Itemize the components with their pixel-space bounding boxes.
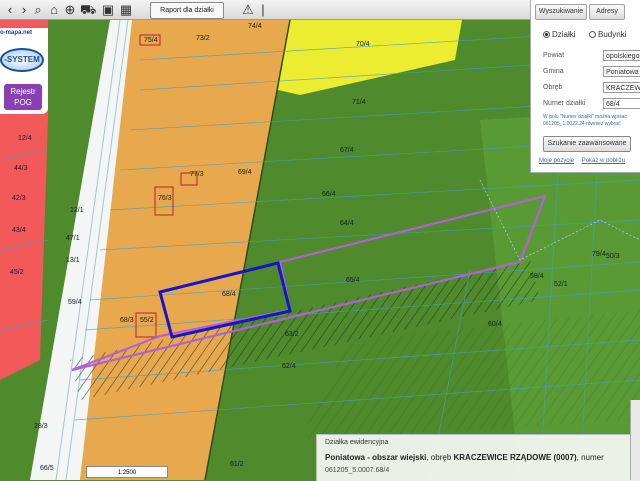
parcel-number-label: 68/4	[222, 291, 236, 298]
logo: -SYSTEM	[0, 48, 44, 72]
report-button[interactable]: Raport dla działki	[150, 2, 224, 19]
zoom-icon[interactable]: ⊕	[62, 2, 78, 18]
radio-parcels[interactable]: Działki	[543, 30, 576, 39]
parcel-number-label: 61/2	[230, 461, 244, 468]
tab-search[interactable]: Wyszukiwanie	[535, 4, 587, 20]
parcel-number-label: 64/4	[340, 220, 354, 227]
show-nearby-link[interactable]: Pokaż w pobliżu	[582, 158, 625, 164]
parcel-number-label: 43/4	[12, 227, 26, 234]
panel-links: Moje pozycje Pokaż w pobliżu	[539, 158, 631, 164]
radio-buildings[interactable]: Budynki	[589, 30, 626, 39]
parcel-number-label: 67/4	[340, 147, 354, 154]
info-location: Poniatowa - obszar wiejski, obręb KRACZE…	[325, 453, 604, 462]
parcel-number-label: 60/4	[488, 321, 502, 328]
parcel-number-label: 47/1	[66, 235, 80, 242]
parcel-number-label: 12/4	[18, 135, 32, 142]
parcel-number-label: 13/1	[66, 257, 80, 264]
search-panel: Wyszukiwanie Adresy Działki Budynki Powi…	[530, 0, 640, 173]
parcel-info-box: Działka ewidencyjna Poniatowa - obszar w…	[316, 434, 640, 481]
search-hint: W polu "Numer działki" można wpisać 0612…	[543, 114, 627, 127]
parcel-number-label: 66/5	[40, 465, 54, 472]
advanced-search-button[interactable]: Szukanie zaawansowane	[543, 136, 631, 152]
image-icon[interactable]: ▣	[100, 2, 116, 18]
warning-icon[interactable]: ⚠	[240, 2, 256, 18]
info-scrollbar[interactable]	[630, 400, 640, 480]
county-label: Powiat	[543, 52, 565, 59]
parcel-number-label: 68/3	[120, 317, 134, 324]
county-field[interactable]: opolskiego	[603, 50, 640, 61]
scale-select[interactable]: 1:2500	[86, 466, 168, 478]
parcel-number-label: 28/3	[34, 423, 48, 430]
parcel-number-label: 42/3	[12, 195, 26, 202]
parcel-number-field[interactable]: 68/4	[603, 98, 640, 109]
parcel-number-label: 76/3	[158, 195, 172, 202]
parcel-number-label: 62/4	[282, 363, 296, 370]
precinct-label: Obręb	[543, 84, 563, 91]
radio-dot-icon[interactable]	[543, 31, 550, 38]
info-title: Działka ewidencyjna	[325, 439, 389, 446]
info-suffix: , numer	[576, 453, 604, 462]
commune-field[interactable]: Poniatowa	[603, 66, 640, 77]
parcel-number-label: 71/4	[352, 99, 366, 106]
logo-url[interactable]: o-mapa.net	[0, 30, 48, 36]
tab-addresses[interactable]: Adresy	[589, 4, 625, 20]
parcel-number-label: 74/4	[248, 23, 262, 30]
parcel-number-label: Numer działki	[543, 100, 586, 107]
parcel-number-label: 58/4	[530, 273, 544, 280]
parcel-number-label: 44/3	[14, 165, 28, 172]
my-positions-link[interactable]: Moje pozycje	[539, 158, 574, 164]
parcel-number-label: 73/2	[196, 35, 210, 42]
layers-icon[interactable]: ▦	[118, 2, 134, 18]
pog-registry-button[interactable]: Rejestr POG	[4, 84, 42, 110]
parcel-number-label: 12/1	[70, 207, 84, 214]
cart-icon[interactable]: ⛟	[80, 2, 96, 18]
divider: |	[261, 2, 265, 17]
logo-block: o-mapa.net -SYSTEM Rejestr POG	[0, 28, 48, 114]
info-precinct: KRACZEWICE RZĄDOWE (0007)	[453, 453, 577, 462]
radio-label: Budynki	[598, 30, 627, 39]
parcel-number-label: 75/4	[144, 37, 158, 44]
parcel-number-label: 59/4	[68, 299, 82, 306]
parcel-number-label: 79/4	[592, 251, 606, 258]
info-parcel-id: 061205_5.0007.68/4	[325, 467, 390, 474]
search-icon[interactable]: ⌕	[30, 2, 46, 18]
home-icon[interactable]: ⌂	[46, 2, 62, 18]
parcel-number-label: 63/2	[285, 331, 299, 338]
info-commune: Poniatowa - obszar wiejski	[325, 453, 427, 462]
radio-label: Działki	[552, 30, 576, 39]
radio-dot-icon[interactable]	[589, 31, 596, 38]
precinct-field[interactable]: KRACZEWICE	[603, 82, 640, 93]
parcel-number-label: 50/3	[606, 253, 620, 260]
parcel-number-label: 70/4	[356, 41, 370, 48]
parcel-number-label: 65/4	[346, 277, 360, 284]
commune-label: Gmina	[543, 68, 564, 75]
parcel-number-label: 77/3	[190, 171, 204, 178]
parcel-number-label: 66/4	[322, 191, 336, 198]
parcel-number-label: 69/4	[238, 169, 252, 176]
parcel-number-label: 55/2	[140, 317, 154, 324]
parcel-number-label: 52/1	[554, 281, 568, 288]
info-separator: , obręb	[426, 453, 454, 462]
parcel-number-label: 45/2	[10, 269, 24, 276]
